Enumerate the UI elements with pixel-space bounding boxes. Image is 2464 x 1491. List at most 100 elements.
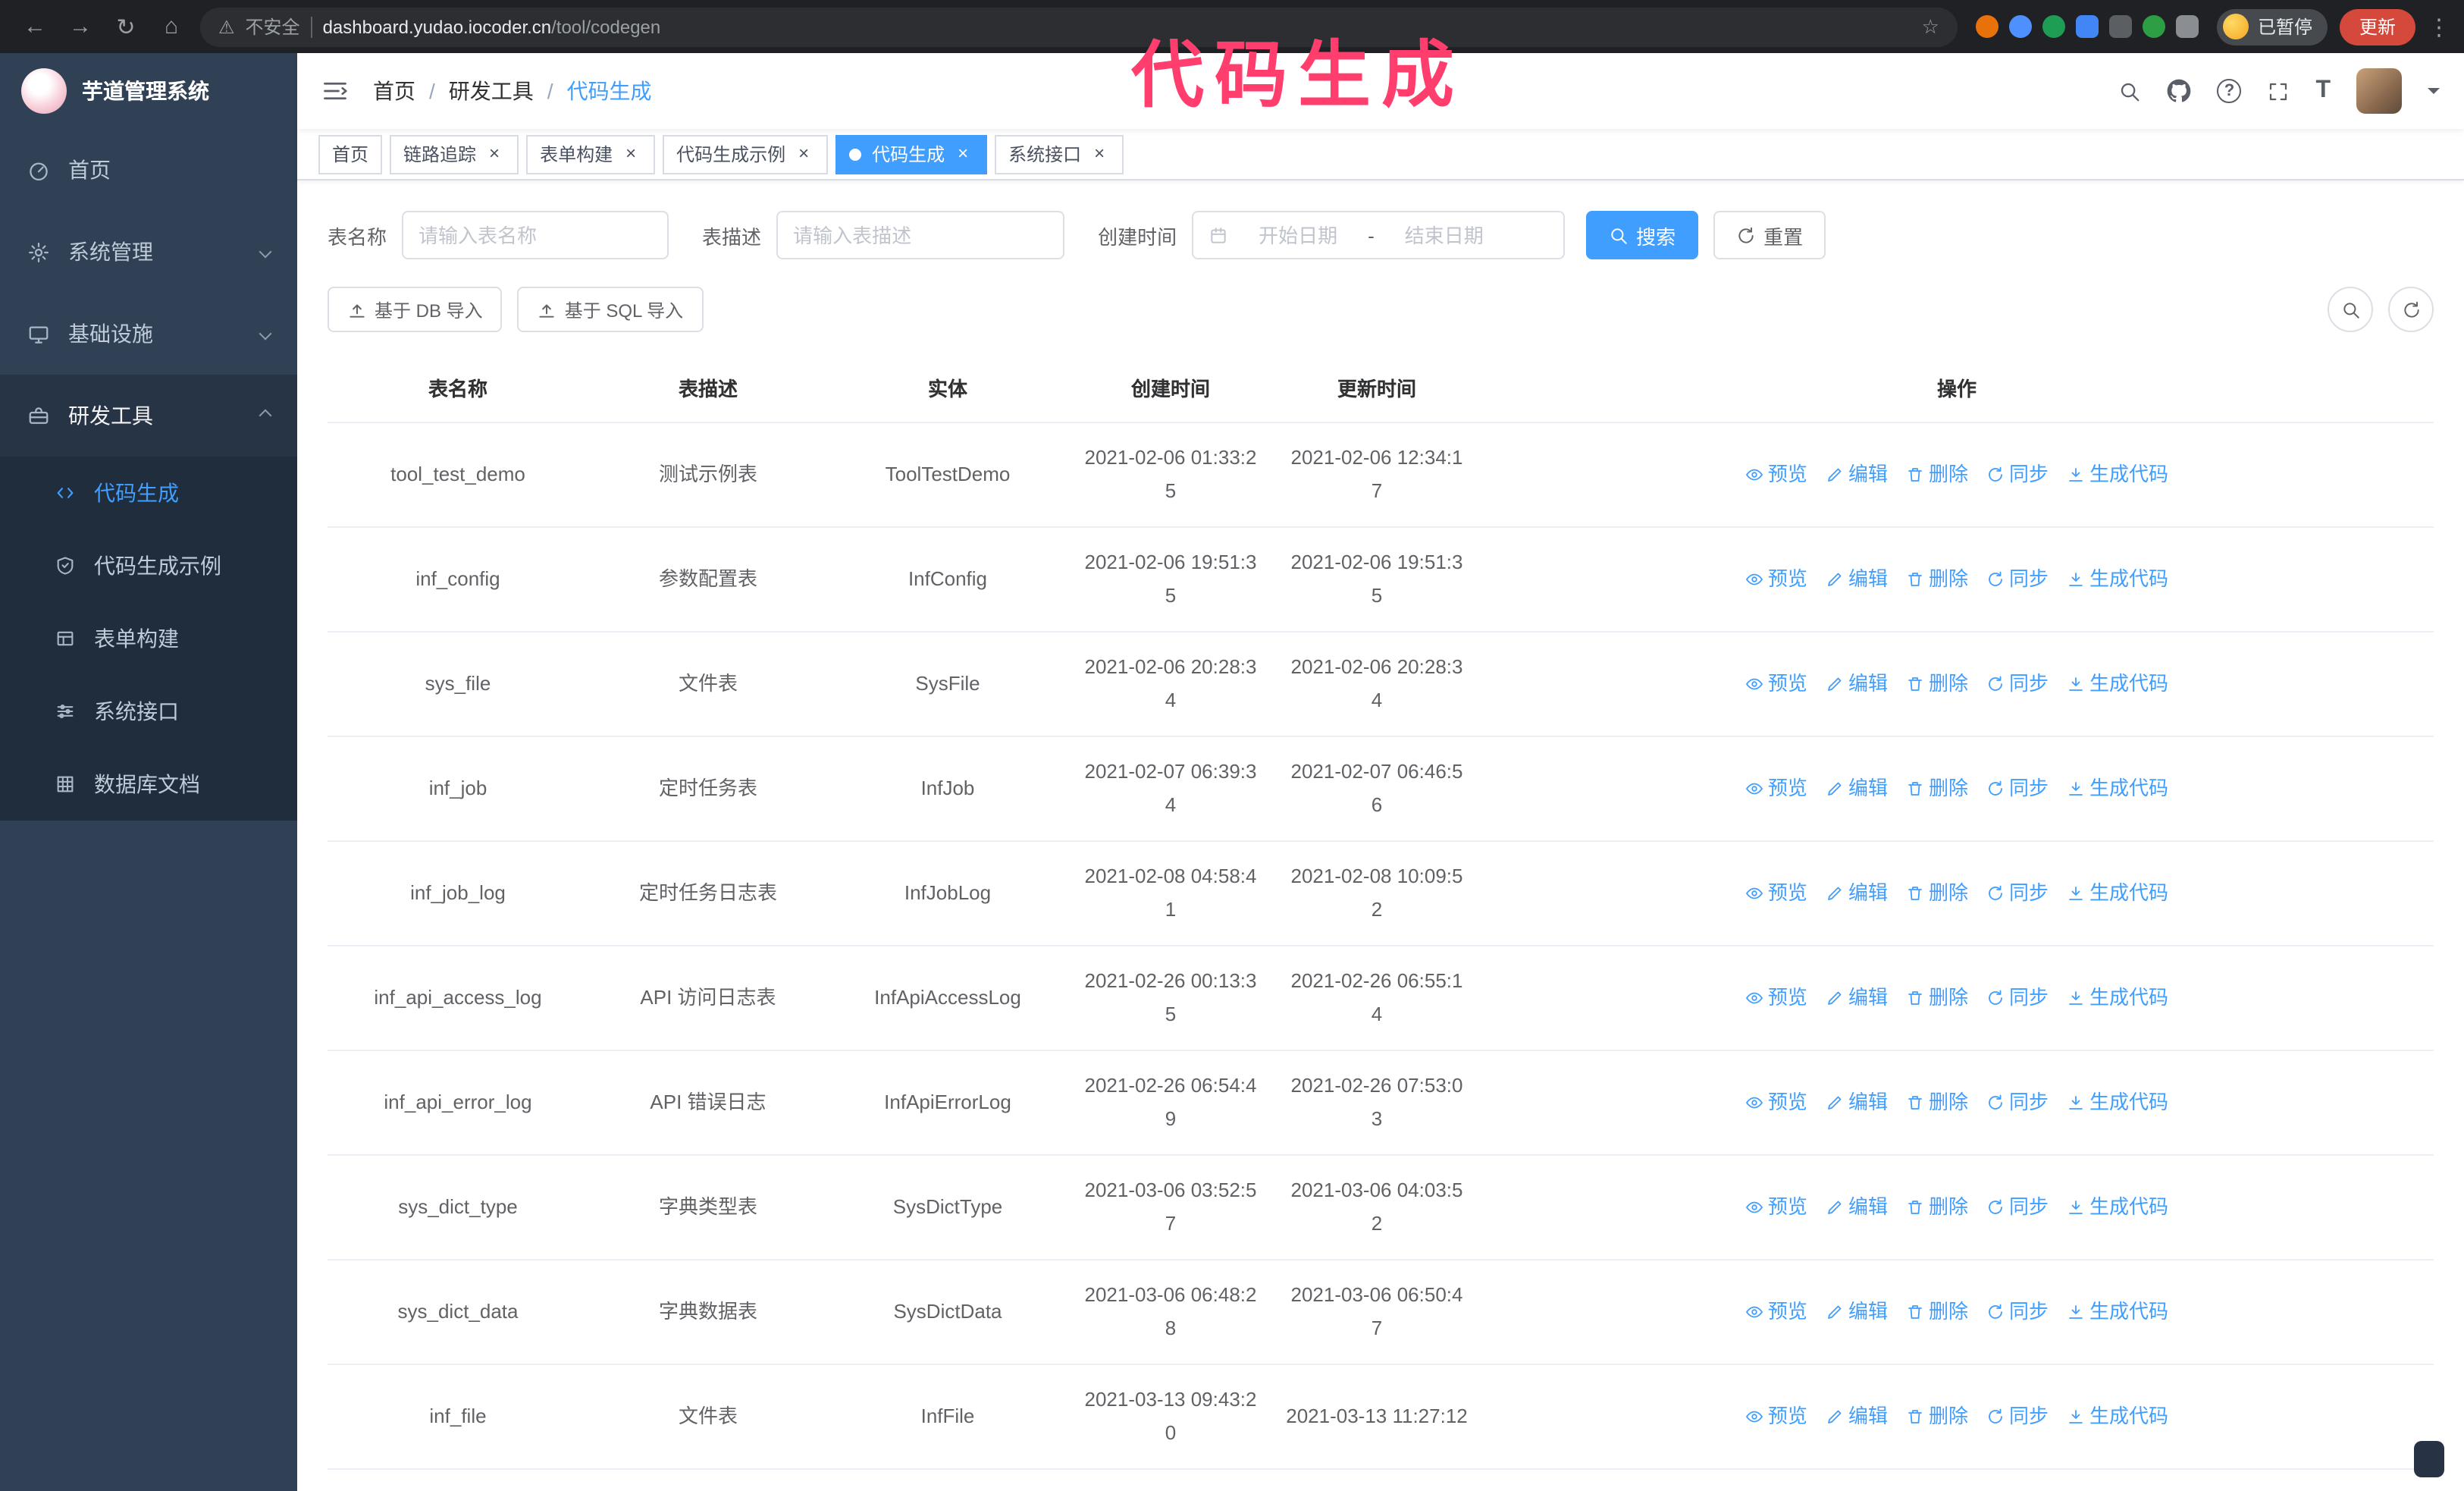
generate-code-link[interactable]: 生成代码	[2067, 1400, 2168, 1433]
fox-extension-icon[interactable]	[1975, 15, 1998, 38]
toggle-search-button[interactable]	[2328, 287, 2373, 332]
fullscreen-icon[interactable]	[2267, 80, 2290, 102]
sidebar-item-code-generation-example[interactable]: 代码生成示例	[0, 529, 297, 602]
reset-button[interactable]: 重置	[1713, 211, 1826, 259]
delete-link[interactable]: 删除	[1906, 981, 1968, 1015]
import-db-button[interactable]: 基于 DB 导入	[328, 287, 503, 332]
preview-link[interactable]: 预览	[1745, 1400, 1807, 1433]
search-button[interactable]: 搜索	[1586, 211, 1699, 259]
delete-link[interactable]: 删除	[1906, 458, 1968, 491]
tab-trace[interactable]: 链路追踪	[390, 134, 519, 174]
sync-link[interactable]: 同步	[1986, 1191, 2049, 1224]
browser-profile-chip[interactable]: 已暂停	[2216, 8, 2328, 45]
sidebar-item-code-generation[interactable]: 代码生成	[0, 457, 297, 529]
delete-link[interactable]: 删除	[1906, 1400, 1968, 1433]
sync-link[interactable]: 同步	[1986, 1400, 2049, 1433]
drop-extension-icon[interactable]	[2008, 15, 2032, 38]
sync-link[interactable]: 同步	[1986, 563, 2049, 596]
edit-link[interactable]: 编辑	[1826, 1086, 1888, 1119]
dark-extension-icon[interactable]	[2108, 15, 2132, 38]
edit-link[interactable]: 编辑	[1826, 772, 1888, 805]
people-extension-icon[interactable]	[2075, 15, 2099, 38]
sidebar-item-database-docs[interactable]: 数据库文档	[0, 748, 297, 821]
chevron-down-icon[interactable]	[2428, 88, 2440, 100]
puzzle-extension-icon[interactable]	[2175, 15, 2199, 38]
sidebar-item-home[interactable]: 首页	[0, 129, 297, 211]
delete-link[interactable]: 删除	[1906, 563, 1968, 596]
sidebar-item-infrastructure[interactable]: 基础设施	[0, 293, 297, 375]
preview-link[interactable]: 预览	[1745, 1086, 1807, 1119]
search-icon[interactable]	[2118, 80, 2141, 102]
hamburger-icon[interactable]	[297, 53, 373, 129]
delete-link[interactable]: 删除	[1906, 877, 1968, 910]
edit-link[interactable]: 编辑	[1826, 1191, 1888, 1224]
edit-link[interactable]: 编辑	[1826, 1295, 1888, 1329]
table-name-input[interactable]	[419, 224, 653, 246]
browser-menu-icon[interactable]: ⋮	[2428, 13, 2450, 40]
check-extension-icon[interactable]	[2042, 15, 2065, 38]
preview-link[interactable]: 预览	[1745, 981, 1807, 1015]
refresh-table-button[interactable]	[2388, 287, 2434, 332]
generate-code-link[interactable]: 生成代码	[2067, 1086, 2168, 1119]
bookmark-star-icon[interactable]: ☆	[1922, 14, 1939, 39]
close-icon[interactable]	[484, 143, 505, 165]
import-sql-button[interactable]: 基于 SQL 导入	[517, 287, 704, 332]
sync-link[interactable]: 同步	[1986, 772, 2049, 805]
tab-codegen-example[interactable]: 代码生成示例	[663, 134, 829, 174]
start-date-input[interactable]	[1237, 224, 1359, 246]
sidebar-item-system-api[interactable]: 系统接口	[0, 675, 297, 748]
font-size-icon[interactable]: T	[2315, 77, 2331, 105]
breadcrumb-home[interactable]: 首页	[373, 76, 449, 106]
preview-link[interactable]: 预览	[1745, 563, 1807, 596]
generate-code-link[interactable]: 生成代码	[2067, 1191, 2168, 1224]
floating-widget[interactable]	[2414, 1441, 2444, 1477]
preview-link[interactable]: 预览	[1745, 667, 1807, 701]
browser-forward-icon[interactable]: →	[64, 14, 97, 39]
preview-link[interactable]: 预览	[1745, 1295, 1807, 1329]
table-desc-input[interactable]	[793, 224, 1049, 246]
sync-link[interactable]: 同步	[1986, 458, 2049, 491]
generate-code-link[interactable]: 生成代码	[2067, 981, 2168, 1015]
delete-link[interactable]: 删除	[1906, 1191, 1968, 1224]
tab-form-builder[interactable]: 表单构建	[526, 134, 656, 174]
sync-link[interactable]: 同步	[1986, 981, 2049, 1015]
sidebar-item-dev-tools[interactable]: 研发工具	[0, 375, 297, 457]
generate-code-link[interactable]: 生成代码	[2067, 667, 2168, 701]
generate-code-link[interactable]: 生成代码	[2067, 563, 2168, 596]
delete-link[interactable]: 删除	[1906, 1086, 1968, 1119]
generate-code-link[interactable]: 生成代码	[2067, 877, 2168, 910]
sync-link[interactable]: 同步	[1986, 1086, 2049, 1119]
generate-code-link[interactable]: 生成代码	[2067, 1295, 2168, 1329]
preview-link[interactable]: 预览	[1745, 458, 1807, 491]
address-bar[interactable]: ⚠ 不安全 dashboard.yudao.iocoder.cn/tool/co…	[200, 7, 1958, 46]
edit-link[interactable]: 编辑	[1826, 563, 1888, 596]
preview-link[interactable]: 预览	[1745, 772, 1807, 805]
tab-code-generation[interactable]: 代码生成	[835, 134, 988, 174]
edit-link[interactable]: 编辑	[1826, 1400, 1888, 1433]
sync-link[interactable]: 同步	[1986, 877, 2049, 910]
leaf-extension-icon[interactable]	[2142, 15, 2165, 38]
browser-home-icon[interactable]: ⌂	[155, 14, 188, 39]
close-icon[interactable]	[793, 143, 814, 165]
tab-home[interactable]: 首页	[318, 134, 383, 174]
edit-link[interactable]: 编辑	[1826, 667, 1888, 701]
edit-link[interactable]: 编辑	[1826, 981, 1888, 1015]
close-icon[interactable]	[952, 143, 973, 165]
generate-code-link[interactable]: 生成代码	[2067, 772, 2168, 805]
delete-link[interactable]: 删除	[1906, 667, 1968, 701]
help-icon[interactable]: ?	[2217, 79, 2242, 103]
browser-reload-icon[interactable]: ↻	[109, 13, 143, 40]
preview-link[interactable]: 预览	[1745, 1191, 1807, 1224]
edit-link[interactable]: 编辑	[1826, 458, 1888, 491]
sync-link[interactable]: 同步	[1986, 1295, 2049, 1329]
end-date-input[interactable]	[1383, 224, 1505, 246]
date-range-picker[interactable]: -	[1192, 211, 1566, 259]
breadcrumb-dev-tools[interactable]: 研发工具	[449, 76, 567, 106]
generate-code-link[interactable]: 生成代码	[2067, 458, 2168, 491]
preview-link[interactable]: 预览	[1745, 877, 1807, 910]
delete-link[interactable]: 删除	[1906, 1295, 1968, 1329]
app-logo[interactable]: 芋道管理系统	[0, 53, 297, 129]
sidebar-item-system-management[interactable]: 系统管理	[0, 211, 297, 293]
github-icon[interactable]	[2167, 79, 2191, 103]
delete-link[interactable]: 删除	[1906, 772, 1968, 805]
